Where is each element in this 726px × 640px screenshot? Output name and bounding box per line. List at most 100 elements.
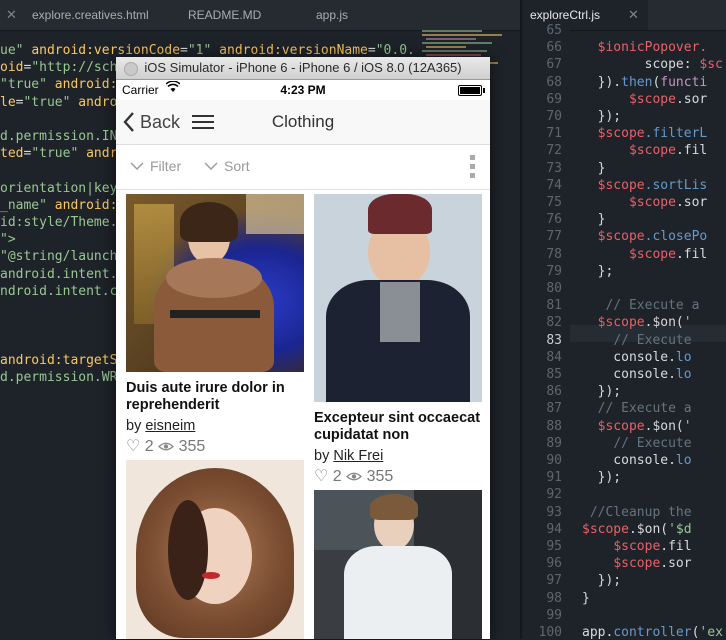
editor-tab-bar: ✕ explore.creatives.html README.MD app.j… [0, 0, 726, 31]
product-title[interactable]: Excepteur sint occaecat cupidatat non [314, 410, 490, 444]
code-line: scope: $sc [582, 57, 723, 73]
nav-bar: Back Clothing [116, 100, 490, 145]
product-image[interactable] [126, 460, 304, 639]
code-line: $scope.sor [628, 195, 708, 210]
product-stats: ♡ 2 355 [314, 466, 490, 486]
author-link[interactable]: Nik Frei [333, 448, 383, 464]
code-line: $scope.fil [613, 539, 692, 554]
tab-app-js[interactable]: app.js [300, 0, 400, 30]
line-number: 75 [546, 195, 562, 210]
author-line: by eisneim [126, 418, 196, 434]
product-image[interactable] [126, 194, 304, 372]
code-line: // Execute [613, 332, 692, 348]
code-line: }); [582, 470, 622, 486]
code-line: $scope.sortLis [597, 177, 708, 193]
code-line: console.lo [582, 367, 692, 382]
code-line: _name" android: [0, 197, 118, 213]
more-options-icon[interactable] [470, 155, 476, 179]
line-number: 72 [546, 143, 562, 159]
code-line: d.permission.IN [0, 129, 118, 144]
code-line: ted="true" andr [0, 146, 118, 162]
code-line: $scope.fil [628, 143, 708, 159]
ios-status-bar: Carrier 4:23 PM [116, 80, 490, 100]
code-line: // Execute a [605, 298, 700, 314]
line-number: 79 [546, 263, 562, 279]
code-line: "> [0, 232, 16, 248]
close-tab-icon[interactable]: ✕ [628, 0, 639, 30]
line-number: 94 [546, 521, 562, 537]
product-title[interactable]: Duis aute irure dolor in reprehenderit [126, 380, 304, 414]
code-line: $scope.fil [628, 246, 708, 262]
line-number: 77 [546, 229, 562, 245]
code-line: console.lo [582, 349, 692, 365]
likes-count: 2 [332, 468, 342, 485]
filter-sort-toolbar: Filter Sort [116, 145, 490, 190]
line-number: 97 [546, 573, 562, 589]
tab-explore-creatives[interactable]: explore.creatives.html [24, 0, 174, 30]
product-image[interactable] [314, 490, 482, 639]
code-line: $scope.closePo [597, 229, 708, 245]
line-number: 85 [546, 367, 562, 382]
code-line: id:style/Theme. [0, 215, 118, 230]
line-number: 82 [546, 315, 562, 331]
line-number-gutter: 65 66 67 68 69 70 71 72 73 74 75 76 77 78 79 80 81 82 83 84… [522, 23, 570, 640]
tab-readme[interactable]: README.MD [178, 0, 288, 30]
code-line: //Cleanup the [589, 504, 692, 520]
filter-button[interactable]: Filter [130, 158, 181, 174]
code-line: $scope.filterL [597, 126, 708, 142]
code-line: }).then(functi [582, 74, 708, 90]
code-line: $scope.sor [613, 556, 692, 572]
code-line: ndroid.intent.c [0, 283, 118, 299]
code-line: app.controller('ex [582, 625, 723, 640]
author-link[interactable]: eisneim [145, 418, 195, 434]
line-number: 99 [546, 607, 562, 623]
simulator-title: iOS Simulator - iPhone 6 - iPhone 6 / iO… [144, 60, 462, 75]
close-icon[interactable]: ✕ [0, 0, 24, 30]
eye-icon [346, 472, 363, 481]
code-line: }); [582, 109, 622, 124]
code-line: }); [582, 384, 622, 400]
code-line: console.lo [582, 453, 692, 468]
line-number: 100 [538, 625, 562, 640]
product-card[interactable] [126, 460, 304, 639]
line-number: 83 [546, 332, 562, 348]
line-number: 65 [546, 23, 562, 38]
line-number: 93 [546, 504, 562, 520]
simulator-title-bar: iOS Simulator - iPhone 6 - iPhone 6 / iO… [116, 57, 490, 80]
code-line: } [582, 160, 606, 176]
line-number: 95 [546, 539, 562, 554]
sort-button[interactable]: Sort [204, 158, 250, 174]
product-card[interactable]: Excepteur sint occaecat cupidatat non by… [314, 194, 490, 486]
code-line: "true" android: [0, 77, 118, 93]
code-line: $scope.$on('$d [582, 521, 692, 537]
line-number: 73 [546, 160, 562, 176]
line-number: 86 [546, 384, 562, 400]
line-number: 81 [546, 298, 562, 314]
line-number: 69 [546, 91, 562, 107]
product-image[interactable] [314, 194, 482, 402]
product-stats: ♡ 2 355 [126, 436, 304, 456]
heart-icon[interactable]: ♡ [314, 468, 328, 485]
views-count: 355 [366, 468, 394, 485]
status-time: 4:23 PM [280, 83, 326, 97]
chevron-down-icon [204, 162, 218, 170]
line-number: 91 [546, 470, 562, 486]
product-card[interactable]: Duis aute irure dolor in reprehenderit b… [126, 194, 304, 456]
battery-icon [458, 85, 485, 96]
sort-label: Sort [224, 158, 250, 174]
line-number: 90 [546, 453, 562, 468]
line-number: 68 [546, 74, 562, 90]
line-number: 92 [546, 487, 562, 503]
author-line: by Nik Frei [314, 448, 384, 464]
line-number: 89 [546, 435, 562, 451]
line-number: 78 [546, 246, 562, 262]
product-card[interactable] [314, 490, 490, 639]
heart-icon[interactable]: ♡ [126, 438, 140, 455]
line-number: 80 [546, 281, 562, 296]
product-feed[interactable]: Duis aute irure dolor in reprehenderit b… [116, 190, 490, 639]
code-line: $scope.$on(' [597, 418, 692, 434]
code-line: $scope.$on(' [597, 315, 692, 331]
line-number: 87 [546, 401, 562, 417]
code-line: android:targetS [0, 352, 118, 368]
